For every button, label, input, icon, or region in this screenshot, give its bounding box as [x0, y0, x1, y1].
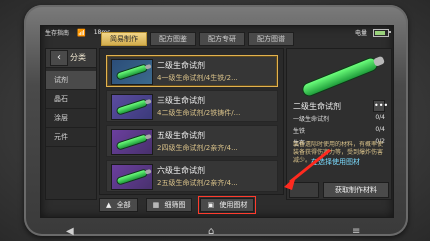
recipe-list: 二级生命试剂 4一级生命试剂/4生铁/2... 三级生命试剂 4二级生命试剂/2…: [99, 48, 284, 195]
list-item[interactable]: 三级生命试剂 4二级生命试剂/2铁铸件/...: [106, 90, 278, 122]
item-thumbnail: [111, 164, 153, 190]
app-label: 生存指南: [45, 30, 70, 37]
item-title: 二级生命试剂: [157, 61, 205, 70]
list-item[interactable]: 六级生命试剂 2五级生命试剂/2亲齐/4...: [106, 160, 278, 192]
box-icon: ▣: [207, 201, 215, 209]
item-subtitle: 2五级生命试剂/2亲齐/4...: [157, 179, 238, 187]
use-materials-label: 使用图材: [219, 201, 248, 209]
use-materials-button[interactable]: ▣ 使用图材: [198, 196, 257, 214]
requirement-row: 一级生命试剂 0/4: [293, 114, 385, 123]
item-title: 五级生命试剂: [157, 131, 205, 140]
sidebar-item-coating[interactable]: 涂层: [46, 109, 96, 128]
category-sidebar: ‹ 分类 试剂 晶石 涂层 元件: [45, 48, 97, 200]
tab-recipe-research[interactable]: 配方专研: [199, 32, 245, 46]
fine-filter-label: 细筛图: [164, 201, 186, 209]
tab-simple-make[interactable]: 简易制作: [101, 32, 147, 46]
syringe-icon: [116, 169, 148, 185]
tab-recipe-index[interactable]: 配方图鉴: [150, 32, 196, 46]
more-options-button[interactable]: •••: [373, 100, 388, 112]
fine-filter-button[interactable]: ▦ 细筛图: [145, 198, 193, 212]
battery-label: 电量: [354, 30, 367, 37]
syringe-icon: [301, 56, 379, 98]
grid-icon: ▦: [152, 201, 160, 209]
reagent-illustration: [295, 56, 383, 98]
requirement-value: 0/4: [375, 114, 385, 121]
menu-icon[interactable]: ≡: [352, 226, 360, 237]
item-subtitle: 2四级生命试剂/2亲齐/4...: [157, 144, 238, 152]
home-icon[interactable]: ⌂: [208, 226, 214, 237]
syringe-icon: [116, 99, 148, 115]
chevron-up-icon: ▲: [106, 201, 112, 209]
tab-recipe-atlas[interactable]: 配方图谱: [248, 32, 294, 46]
requirement-row: 生铁 0/4: [293, 126, 385, 135]
sidebar-item-component[interactable]: 元件: [46, 128, 96, 147]
list-item[interactable]: 五级生命试剂 2四级生命试剂/2亲齐/4...: [106, 125, 278, 157]
sidebar-item-crystal[interactable]: 晶石: [46, 90, 96, 109]
get-materials-button[interactable]: 获取制作材料: [323, 182, 389, 198]
equipment-icon: [289, 182, 319, 198]
hint-overlay-text: 在选择使用图材: [311, 158, 360, 166]
sidebar-title: 分类: [70, 53, 86, 62]
wifi-icon: 📶: [77, 28, 86, 37]
requirement-value: 0/4: [375, 126, 385, 133]
requirement-name: 生铁: [293, 128, 306, 135]
item-title: 六级生命试剂: [157, 166, 205, 175]
item-thumbnail: [111, 94, 153, 120]
game-screen: 生存指南 📶 18ms 电量 简易制作 配方图鉴 配方专研 配方图谱 ‹ 分类 …: [40, 25, 394, 218]
sidebar-item-reagent[interactable]: 试剂: [46, 71, 96, 90]
item-subtitle: 4二级生命试剂/2铁铸件/...: [157, 109, 241, 117]
detail-title: 二级生命试剂: [293, 102, 341, 111]
item-title: 三级生命试剂: [157, 96, 205, 105]
all-filter-button[interactable]: ▲ 全部: [99, 198, 138, 212]
top-tabs: 简易制作 配方图鉴 配方专研 配方图谱: [101, 32, 294, 46]
bottom-navigation: ◀ ⌂ ≡: [0, 226, 430, 241]
all-filter-label: 全部: [116, 201, 131, 209]
item-thumbnail: [111, 129, 153, 155]
item-thumbnail: [111, 59, 153, 85]
syringe-icon: [116, 64, 148, 80]
list-item[interactable]: 二级生命试剂 4一级生命试剂/4生铁/2...: [106, 55, 278, 87]
requirement-name: 一级生命试剂: [293, 116, 330, 123]
back-arrow-icon[interactable]: ◀: [66, 226, 74, 237]
item-subtitle: 4一级生命试剂/4生铁/2...: [157, 74, 238, 82]
syringe-icon: [116, 134, 148, 150]
back-button[interactable]: ‹: [50, 50, 68, 66]
recipe-detail: 二级生命试剂 ••• 一级生命试剂 0/4 生铁 0/4 生布 0/2 装备遗际…: [286, 48, 392, 200]
list-bottom-bar: ▲ 全部 ▦ 细筛图 ▣ 使用图材: [99, 196, 257, 214]
sidebar-header: ‹ 分类: [46, 49, 96, 68]
battery-icon: [373, 28, 391, 37]
